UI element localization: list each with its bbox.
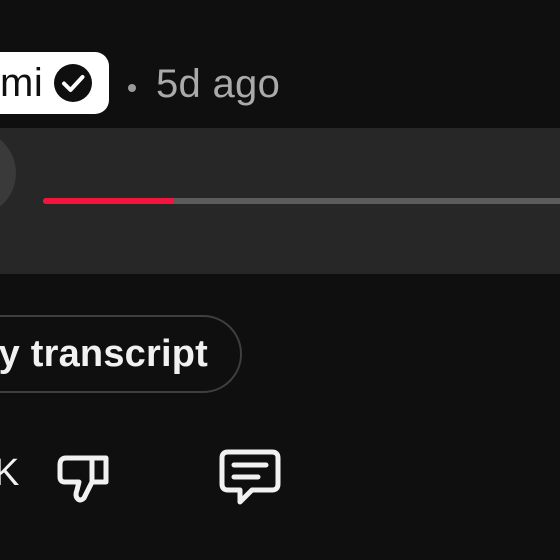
separator-dot xyxy=(128,84,136,92)
author-chip[interactable]: mi xyxy=(0,52,110,114)
thumbs-down-icon xyxy=(57,455,109,503)
comment-icon xyxy=(219,449,281,505)
post-time: 5d ago xyxy=(156,62,281,106)
like-count[interactable]: K xyxy=(0,452,19,495)
progress-track[interactable] xyxy=(43,198,560,204)
show-transcript-button[interactable]: y transcript xyxy=(0,315,242,393)
author-name: mi xyxy=(0,60,44,105)
verified-check-icon xyxy=(53,63,93,103)
dislike-button[interactable] xyxy=(56,446,116,506)
progress-fill xyxy=(43,198,173,204)
post-view: mi 5d ago y transcript K xyxy=(0,0,560,560)
comment-button[interactable] xyxy=(218,446,282,506)
